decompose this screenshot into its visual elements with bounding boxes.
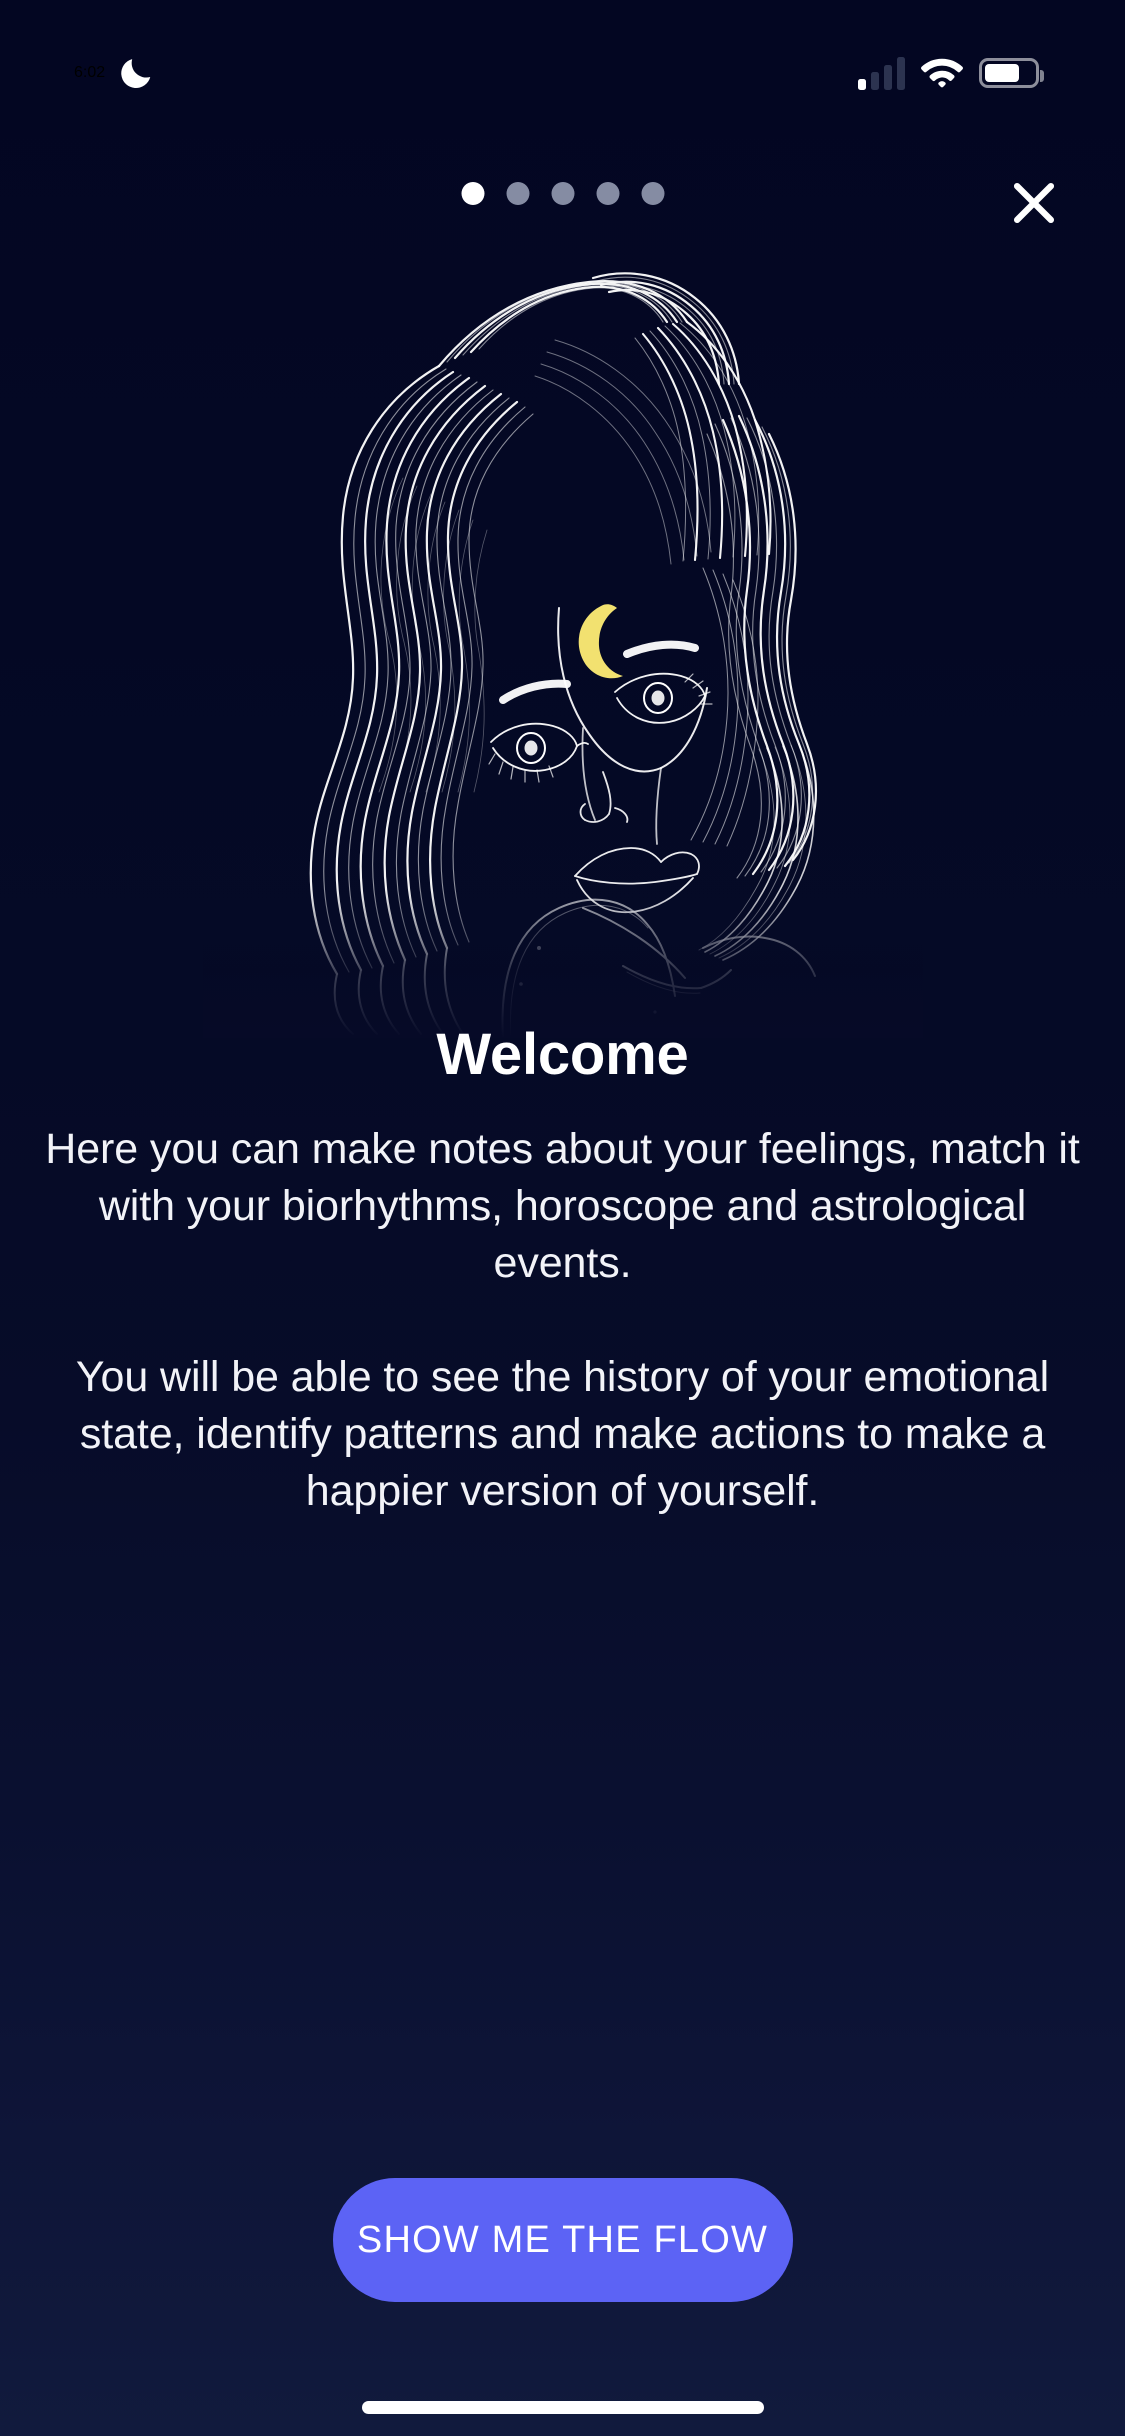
onboarding-illustration	[202, 248, 923, 1038]
wifi-icon	[921, 58, 963, 88]
battery-icon	[979, 58, 1044, 88]
show-me-the-flow-button[interactable]: SHOW ME THE FLOW	[332, 2178, 793, 2302]
page-title: Welcome	[436, 1022, 689, 1087]
cellular-signal-icon	[858, 56, 905, 90]
pagination-dot-4[interactable]	[596, 182, 619, 205]
woman-with-crescent-moon-line-art	[309, 272, 817, 1038]
close-x-icon	[1013, 182, 1055, 224]
pagination-dot-2[interactable]	[506, 182, 529, 205]
status-bar-time: 6:02	[74, 64, 106, 81]
home-indicator[interactable]	[361, 2401, 764, 2414]
close-button[interactable]	[995, 168, 1073, 238]
pagination-dot-5[interactable]	[641, 182, 664, 205]
pagination-dot-3[interactable]	[551, 182, 574, 205]
paragraph-1: Here you can make notes about your feeli…	[45, 1124, 1080, 1287]
onboarding-content: Welcome Here you can make notes about yo…	[0, 1022, 1125, 1520]
crescent-moon-forehead	[578, 604, 623, 679]
app-screen: 6:02 Welcome Here you can make notes abo…	[0, 0, 1125, 2436]
pagination-dot-1[interactable]	[461, 182, 484, 205]
crescent-moon-icon	[121, 59, 151, 89]
body-copy: Here you can make notes about your feeli…	[0, 1121, 1125, 1520]
status-bar-right	[858, 56, 1044, 90]
status-bar-left: 6:02	[74, 54, 155, 92]
onboarding-top-nav	[0, 168, 1125, 238]
status-bar: 6:02	[0, 0, 1125, 132]
paragraph-2: You will be able to see the history of y…	[75, 1352, 1050, 1515]
pagination-dots[interactable]	[461, 182, 664, 205]
